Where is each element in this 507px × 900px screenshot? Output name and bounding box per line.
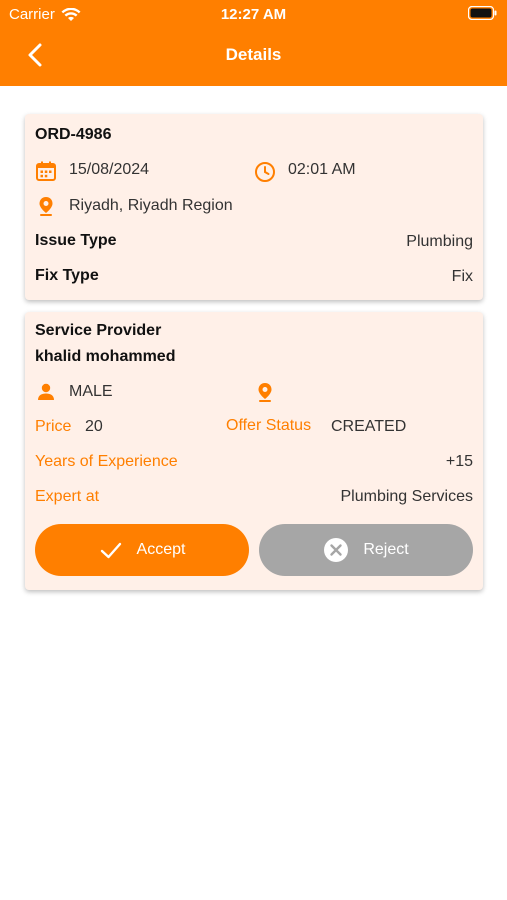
experience-label: Years of Experience — [35, 453, 178, 470]
issue-type-label: Issue Type — [35, 232, 117, 249]
fix-type-label: Fix Type — [35, 267, 99, 284]
person-icon — [38, 383, 54, 400]
clock-icon — [255, 162, 275, 182]
expert-label: Expert at — [35, 488, 100, 505]
calendar-icon — [36, 161, 56, 181]
expert-value: Plumbing Services — [340, 488, 474, 505]
reject-button[interactable]: Reject — [259, 524, 473, 576]
fix-type-value: Fix — [451, 268, 473, 285]
order-date: 15/08/2024 — [69, 161, 150, 178]
battery-icon — [467, 5, 498, 24]
provider-heading: Service Provider — [35, 322, 162, 339]
status-time: 12:27 AM — [220, 6, 287, 23]
accept-label: Accept — [136, 541, 186, 558]
provider-card: Service Provider khalid mohammed MALE Pr… — [25, 312, 483, 590]
status-bar: Carrier 12:27 AM — [0, 0, 507, 28]
provider-name: khalid mohammed — [35, 348, 176, 365]
location-pin-icon — [258, 383, 272, 402]
experience-value: +15 — [445, 453, 473, 470]
order-id: ORD-4986 — [35, 126, 112, 143]
page-title: Details — [225, 45, 282, 64]
offer-status-value: CREATED — [331, 418, 407, 435]
issue-type-value: Plumbing — [406, 233, 473, 250]
price-label: Price — [35, 418, 72, 435]
accept-button[interactable]: Accept — [35, 524, 249, 576]
reject-label: Reject — [363, 541, 409, 558]
order-location: Riyadh, Riyadh Region — [69, 197, 233, 214]
check-icon — [100, 542, 121, 559]
close-circle-icon — [324, 538, 349, 562]
offer-status-label: Offer Status — [226, 417, 312, 434]
order-time: 02:01 AM — [288, 161, 356, 178]
price-value: 20 — [85, 418, 103, 435]
app-header: Carrier 12:27 AM Details — [0, 0, 507, 86]
order-card: ORD-4986 15/08/2024 02:01 AM Riyadh, Riy… — [25, 114, 483, 300]
provider-gender: MALE — [69, 383, 113, 400]
location-pin-icon — [39, 197, 53, 216]
